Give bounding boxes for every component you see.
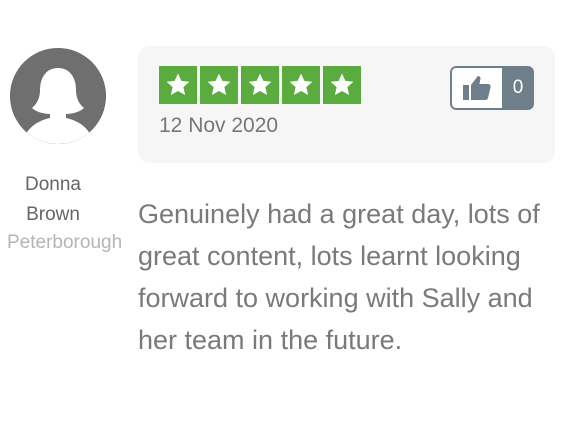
like-count: 0 (502, 66, 534, 110)
star-icon (323, 66, 361, 104)
review-date: 12 Nov 2020 (159, 114, 279, 137)
star-icon (159, 66, 197, 104)
star-rating (159, 66, 361, 104)
reviewer-location: Peterborough (7, 232, 123, 253)
review-text: Genuinely had a great day, lots of great… (138, 199, 540, 355)
star-icon (200, 66, 238, 104)
like-button[interactable]: 0 (450, 66, 534, 110)
star-icon (282, 66, 320, 104)
like-button-face[interactable] (450, 66, 502, 110)
reviewer-name: Donna Brown (25, 174, 81, 225)
thumbs-up-icon (463, 76, 491, 100)
avatar (10, 48, 106, 144)
default-user-silhouette-icon (10, 48, 106, 144)
star-icon (241, 66, 279, 104)
review-card: Donna Brown Peterborough 12 Nov 2020 0 G… (0, 0, 572, 430)
review-header: 12 Nov 2020 0 (138, 46, 555, 163)
